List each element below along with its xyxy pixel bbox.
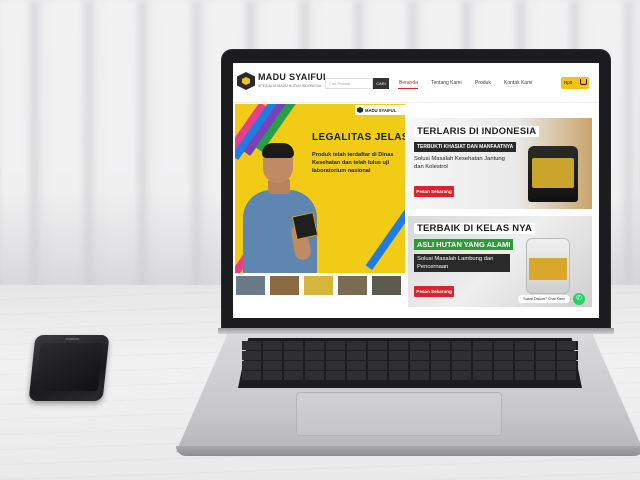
honey-jar-label [532, 158, 574, 188]
promo-description: Solusi Masalah Lambung dan Pencernaan [414, 254, 510, 272]
hero-thumbnails [235, 275, 405, 296]
nav-item-beranda[interactable]: Beranda [399, 80, 418, 86]
laptop-screen: MADU SYAIFUL SPESIALIS MADU HUTAN INDONE… [233, 63, 599, 318]
thumbnail[interactable] [337, 275, 368, 296]
key-row [242, 341, 578, 350]
hero-description: Produk telah terdaftar di Dinas Kesehata… [312, 152, 394, 174]
search-button[interactable]: CARI [373, 78, 389, 89]
cart-total: Rp0 [564, 80, 573, 85]
phone-speaker [64, 338, 80, 340]
promo-title: TERBAIK DI KELAS NYA [414, 223, 536, 234]
thumbnail[interactable] [371, 275, 402, 296]
honey-product-box [291, 211, 319, 241]
promo-card-terlaris[interactable]: TERLARIS DI INDONESIA TERBUKTI KHASIAT D… [408, 118, 592, 209]
order-now-button[interactable]: Pesan Sekarang [414, 286, 454, 297]
nav-item-tentang-kami[interactable]: Tentang Kami [431, 80, 462, 86]
brand-logo-icon[interactable] [237, 72, 255, 90]
promo-subtitle: ASLI HUTAN YANG ALAMI [414, 239, 514, 250]
laptop-base-edge [176, 446, 640, 456]
nav-item-produk[interactable]: Produk [475, 80, 491, 86]
whatsapp-icon[interactable]: ✆ [573, 293, 585, 305]
honey-jug-label [529, 258, 567, 280]
nav-active-indicator [398, 88, 418, 89]
site-header: MADU SYAIFUL SPESIALIS MADU HUTAN INDONE… [233, 63, 599, 103]
thumbnail[interactable] [235, 275, 266, 296]
chat-prompt[interactable]: Solusi Diskon? Chat Kami [518, 295, 570, 303]
key-row [242, 351, 578, 360]
smartphone [28, 335, 110, 401]
brand-name[interactable]: MADU SYAIFUL [258, 72, 329, 82]
promo-subtitle: TERBUKTI KHASIAT DAN MANFAATNYA [414, 142, 517, 152]
laptop-hinge [218, 328, 614, 334]
hero-title: LEGALITAS JELAS [312, 132, 405, 143]
key-row [242, 361, 578, 370]
thumbnail[interactable] [269, 275, 300, 296]
thumbnail[interactable] [303, 275, 334, 296]
phone-screen [35, 343, 103, 391]
model-hair [262, 143, 294, 158]
order-now-button[interactable]: Pesan Sekarang [414, 186, 454, 197]
key-row [242, 371, 578, 380]
decor-stripe [365, 208, 405, 270]
search-input[interactable]: Cari Produk [325, 78, 373, 89]
laptop-trackpad [296, 392, 502, 436]
cart-icon[interactable] [580, 79, 587, 85]
nav-item-kontak-kami[interactable]: Kontak Kami [504, 80, 532, 86]
hero-banner[interactable]: MADU SYAIFUL LEGALITAS JELAS Produk tela… [235, 104, 405, 273]
promo-card-terbaik[interactable]: TERBAIK DI KELAS NYA ASLI HUTAN YANG ALA… [408, 216, 592, 307]
promo-description: Solusi Masalah Kesehatan Jantung dan Kol… [414, 156, 505, 170]
brand-tagline: SPESIALIS MADU HUTAN INDONESIA [258, 84, 322, 88]
promo-title: TERLARIS DI INDONESIA [414, 126, 540, 137]
